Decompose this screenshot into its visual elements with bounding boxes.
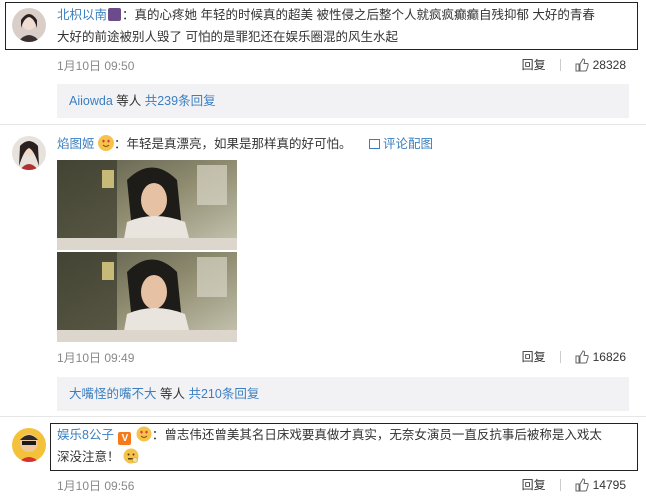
comment-text: 焰图姬 ：年轻是真漂亮，如果是那样真的好可怕。 评论配图 [57,135,434,151]
reply-button[interactable]: 回复 [522,348,546,365]
reply-summary: Aiiowda 等人 共239条回复 [57,84,629,118]
timestamp: 1月10日 09:49 [57,351,135,365]
avatar[interactable] [12,136,46,170]
image-icon [369,139,380,149]
like-icon[interactable] [575,57,589,72]
heart-eyes-emoji-icon [98,135,114,151]
comment-actions: 回复 14795 [522,476,626,493]
username-link[interactable]: 焰图姬 [57,137,95,151]
view-replies-link[interactable]: 共210条回复 [188,387,259,401]
timestamp: 1月10日 09:56 [57,479,135,493]
comment-text: 北枳以南 ：真的心疼她 年轻的时候真的超美 被性侵之后整个人就疯疯癫癫自残抑郁 大… [57,8,595,44]
avatar[interactable] [12,8,46,42]
divider [559,478,561,491]
divider [0,416,646,417]
comment-image[interactable] [57,160,237,342]
image-link[interactable]: 评论配图 [369,137,433,151]
reply-summary: 大嘴怪的嘴不大 等人 共210条回复 [57,377,629,411]
reply-user-link[interactable]: Aiiowda [69,94,113,108]
reply-button[interactable]: 回复 [522,56,546,73]
divider [559,350,561,363]
divider [0,124,646,125]
username-link[interactable]: 娱乐8公子 [57,428,114,442]
heart-eyes-emoji-icon [136,426,152,442]
avatar[interactable] [12,428,46,462]
comment-actions: 回复 16826 [522,348,626,365]
username-link[interactable]: 北枳以南 [57,8,107,22]
reply-user-link[interactable]: 大嘴怪的嘴不大 [69,387,157,401]
like-icon[interactable] [575,349,589,364]
thinking-emoji-icon [123,448,139,464]
like-count: 28328 [592,57,626,72]
divider [559,58,561,71]
timestamp: 1月10日 09:50 [57,59,135,73]
reply-button[interactable]: 回复 [522,476,546,493]
vip-badge-icon [108,8,122,21]
like-count: 14795 [592,477,626,492]
comment-actions: 回复 28328 [522,56,626,73]
like-icon[interactable] [575,477,589,492]
comment-text: 娱乐8公子 V ：曾志伟还曾美其名日床戏要真做才真实，无奈女演员一直反抗事后被称… [57,426,602,464]
like-count: 16826 [592,349,626,364]
view-replies-link[interactable]: 共239条回复 [145,94,216,108]
verified-v-icon: V [118,432,132,445]
